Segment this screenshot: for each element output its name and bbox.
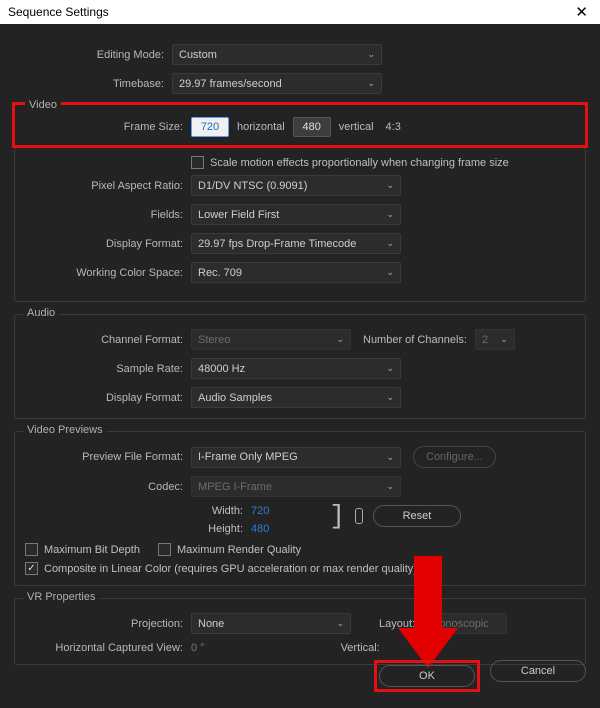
audio-group: Audio Channel Format: Stereo⌄ Number of … — [14, 314, 586, 419]
hcv-label: Horizontal Captured View: — [25, 642, 191, 654]
video-dispfmt-select[interactable]: 29.97 fps Drop-Frame Timecode⌄ — [191, 233, 401, 254]
srate-select[interactable]: 48000 Hz⌄ — [191, 358, 401, 379]
vr-group: VR Properties Projection: None⌄ Layout: … — [14, 598, 586, 665]
chevron-down-icon: ⌄ — [500, 334, 508, 345]
titlebar: Sequence Settings ✕ — [0, 0, 600, 24]
numch-label: Number of Channels: — [363, 334, 467, 346]
codec-select: MPEG I-Frame⌄ — [191, 476, 401, 497]
timebase-label: Timebase: — [6, 78, 172, 90]
editing-mode-value: Custom — [179, 49, 217, 61]
numch-select: 2⌄ — [475, 329, 515, 350]
chevron-down-icon: ⌄ — [386, 209, 394, 220]
footer-buttons: OK Cancel — [374, 660, 586, 692]
projection-select[interactable]: None⌄ — [191, 613, 351, 634]
close-icon[interactable]: ✕ — [571, 3, 592, 21]
composite-linear-label: Composite in Linear Color (requires GPU … — [44, 563, 417, 575]
preview-width-label: Width: — [191, 505, 251, 517]
chevron-down-icon: ⌄ — [367, 78, 375, 89]
chevron-down-icon: ⌄ — [367, 49, 375, 60]
link-icon[interactable] — [355, 508, 363, 524]
video-group: Scale motion effects proportionally when… — [14, 148, 586, 302]
audio-dispfmt-label: Display Format: — [25, 392, 191, 404]
video-legend: Video — [25, 99, 61, 111]
layout-select: Monoscopic — [423, 613, 507, 634]
window-title: Sequence Settings — [8, 5, 109, 19]
chevron-down-icon: ⌄ — [336, 334, 344, 345]
highlight-frame-ok: OK — [374, 660, 480, 692]
chfmt-label: Channel Format: — [25, 334, 191, 346]
vertical-label: vertical — [339, 121, 374, 133]
fields-select[interactable]: Lower Field First⌄ — [191, 204, 401, 225]
frame-width-input[interactable]: 720 — [191, 117, 229, 137]
aspect-ratio-text: 4:3 — [386, 121, 401, 133]
ok-button[interactable]: OK — [379, 665, 475, 687]
video-dispfmt-label: Display Format: — [25, 238, 191, 250]
max-bit-depth-label: Maximum Bit Depth — [44, 544, 140, 556]
chevron-down-icon: ⌄ — [386, 180, 394, 191]
srate-label: Sample Rate: — [25, 363, 191, 375]
cancel-button[interactable]: Cancel — [490, 660, 586, 682]
scale-effects-checkbox[interactable] — [191, 156, 204, 169]
chevron-down-icon: ⌄ — [386, 452, 394, 463]
timebase-value: 29.97 frames/second — [179, 78, 282, 90]
reset-button[interactable]: Reset — [373, 505, 461, 527]
scale-effects-label: Scale motion effects proportionally when… — [210, 157, 509, 169]
preview-height-value[interactable]: 480 — [251, 523, 269, 535]
previews-legend: Video Previews — [23, 424, 107, 436]
layout-label: Layout: — [379, 618, 415, 630]
par-select[interactable]: D1/DV NTSC (0.9091)⌄ — [191, 175, 401, 196]
pff-select[interactable]: I-Frame Only MPEG⌄ — [191, 447, 401, 468]
chevron-down-icon: ⌄ — [386, 363, 394, 374]
bracket-icon: ] — [329, 507, 345, 525]
chevron-down-icon: ⌄ — [386, 392, 394, 403]
chevron-down-icon: ⌄ — [336, 618, 344, 629]
projection-label: Projection: — [25, 618, 191, 630]
vertical-label-vr: Vertical: — [341, 642, 380, 654]
frame-height-input[interactable]: 480 — [293, 117, 331, 137]
fields-label: Fields: — [25, 209, 191, 221]
wcs-label: Working Color Space: — [25, 267, 191, 279]
video-group-top: Video Frame Size: 720 horizontal 480 ver… — [17, 107, 583, 143]
chfmt-select: Stereo⌄ — [191, 329, 351, 350]
configure-button: Configure... — [413, 446, 496, 468]
chevron-down-icon: ⌄ — [386, 267, 394, 278]
editing-mode-select[interactable]: Custom ⌄ — [172, 44, 382, 65]
codec-label: Codec: — [25, 481, 191, 493]
wcs-select[interactable]: Rec. 709⌄ — [191, 262, 401, 283]
chevron-down-icon: ⌄ — [386, 238, 394, 249]
preview-width-value[interactable]: 720 — [251, 505, 269, 517]
audio-dispfmt-select[interactable]: Audio Samples⌄ — [191, 387, 401, 408]
editing-mode-label: Editing Mode: — [6, 49, 172, 61]
audio-legend: Audio — [23, 307, 59, 319]
max-render-quality-checkbox[interactable] — [158, 543, 171, 556]
max-render-quality-label: Maximum Render Quality — [177, 544, 301, 556]
horizontal-label: horizontal — [237, 121, 285, 133]
hcv-value: 0 ° — [191, 642, 205, 654]
pff-label: Preview File Format: — [25, 451, 191, 463]
content-area: Editing Mode: Custom ⌄ Timebase: 29.97 f… — [0, 24, 600, 665]
highlight-frame-video: Video Frame Size: 720 horizontal 480 ver… — [12, 102, 588, 148]
timebase-select[interactable]: 29.97 frames/second ⌄ — [172, 73, 382, 94]
preview-height-label: Height: — [191, 523, 251, 535]
par-label: Pixel Aspect Ratio: — [25, 180, 191, 192]
composite-linear-checkbox[interactable]: ✓ — [25, 562, 38, 575]
max-bit-depth-checkbox[interactable] — [25, 543, 38, 556]
vr-legend: VR Properties — [23, 591, 99, 603]
previews-group: Video Previews Preview File Format: I-Fr… — [14, 431, 586, 586]
frame-size-label: Frame Size: — [25, 121, 191, 133]
chevron-down-icon: ⌄ — [386, 481, 394, 492]
